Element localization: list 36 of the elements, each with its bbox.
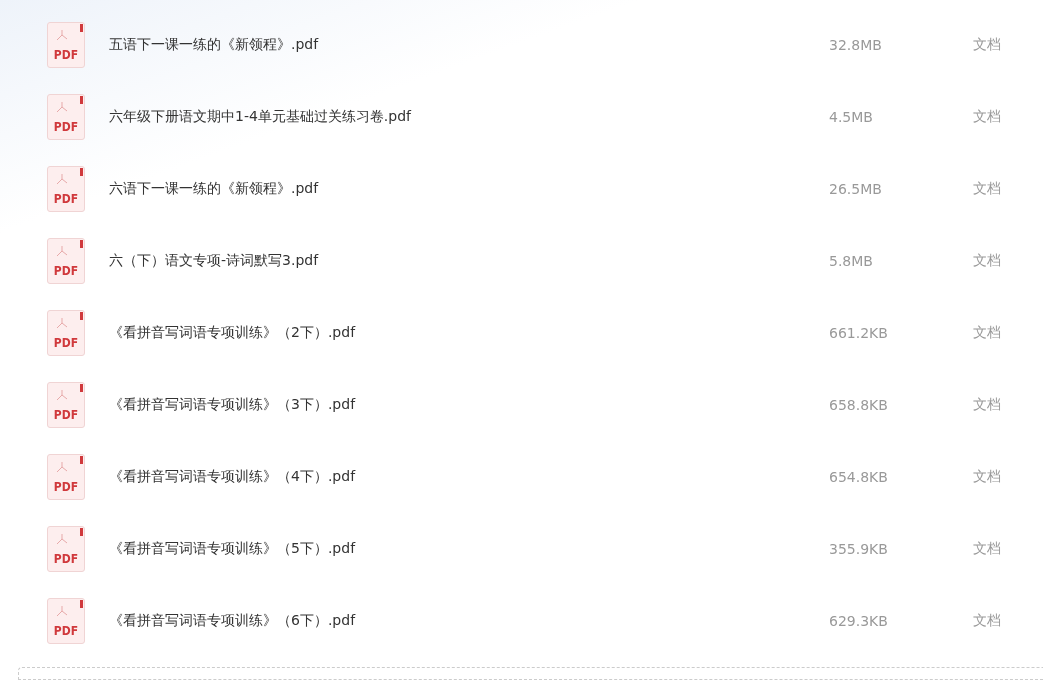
file-type: 文档 — [973, 540, 1001, 558]
file-type: 文档 — [973, 396, 1001, 414]
file-type: 文档 — [973, 324, 1001, 342]
file-name[interactable]: 《看拼音写词语专项训练》（6下）.pdf — [109, 612, 829, 630]
file-type: 文档 — [973, 252, 1001, 270]
file-name[interactable]: 六语下一课一练的《新领程》.pdf — [109, 180, 829, 198]
file-size: 4.5MB — [829, 109, 874, 125]
file-name[interactable]: 《看拼音写词语专项训练》（3下）.pdf — [109, 396, 829, 414]
pdf-file-icon: PDF — [47, 454, 85, 500]
file-name[interactable]: 五语下一课一练的《新领程》.pdf — [109, 36, 829, 54]
file-name[interactable]: 六（下）语文专项-诗词默写3.pdf — [109, 252, 829, 270]
pdf-file-icon: PDF — [47, 382, 85, 428]
file-size: 654.8KB — [829, 469, 889, 485]
file-type: 文档 — [973, 108, 1001, 126]
pdf-file-icon: PDF — [47, 598, 85, 644]
file-type: 文档 — [973, 180, 1001, 198]
file-name[interactable]: 六年级下册语文期中1-4单元基础过关练习卷.pdf — [109, 108, 829, 126]
file-name[interactable]: 《看拼音写词语专项训练》（2下）.pdf — [109, 324, 829, 342]
file-name[interactable]: 《看拼音写词语专项训练》（5下）.pdf — [109, 540, 829, 558]
pdf-file-icon: PDF — [47, 310, 85, 356]
file-size: 5.8MB — [829, 253, 874, 269]
file-size: 355.9KB — [829, 541, 889, 557]
pdf-file-icon: PDF — [47, 94, 85, 140]
file-size: 32.8MB — [829, 37, 883, 53]
file-size: 658.8KB — [829, 397, 889, 413]
file-size: 629.3KB — [829, 613, 889, 629]
file-type: 文档 — [973, 612, 1001, 630]
pdf-file-icon: PDF — [47, 526, 85, 572]
file-size: 661.2KB — [829, 325, 889, 341]
file-type: 文档 — [973, 36, 1001, 54]
pdf-file-icon: PDF — [47, 22, 85, 68]
pdf-file-icon: PDF — [47, 238, 85, 284]
file-name[interactable]: 《看拼音写词语专项训练》（4下）.pdf — [109, 468, 829, 486]
pdf-file-icon: PDF — [47, 166, 85, 212]
file-size: 26.5MB — [829, 181, 883, 197]
file-type: 文档 — [973, 468, 1001, 486]
